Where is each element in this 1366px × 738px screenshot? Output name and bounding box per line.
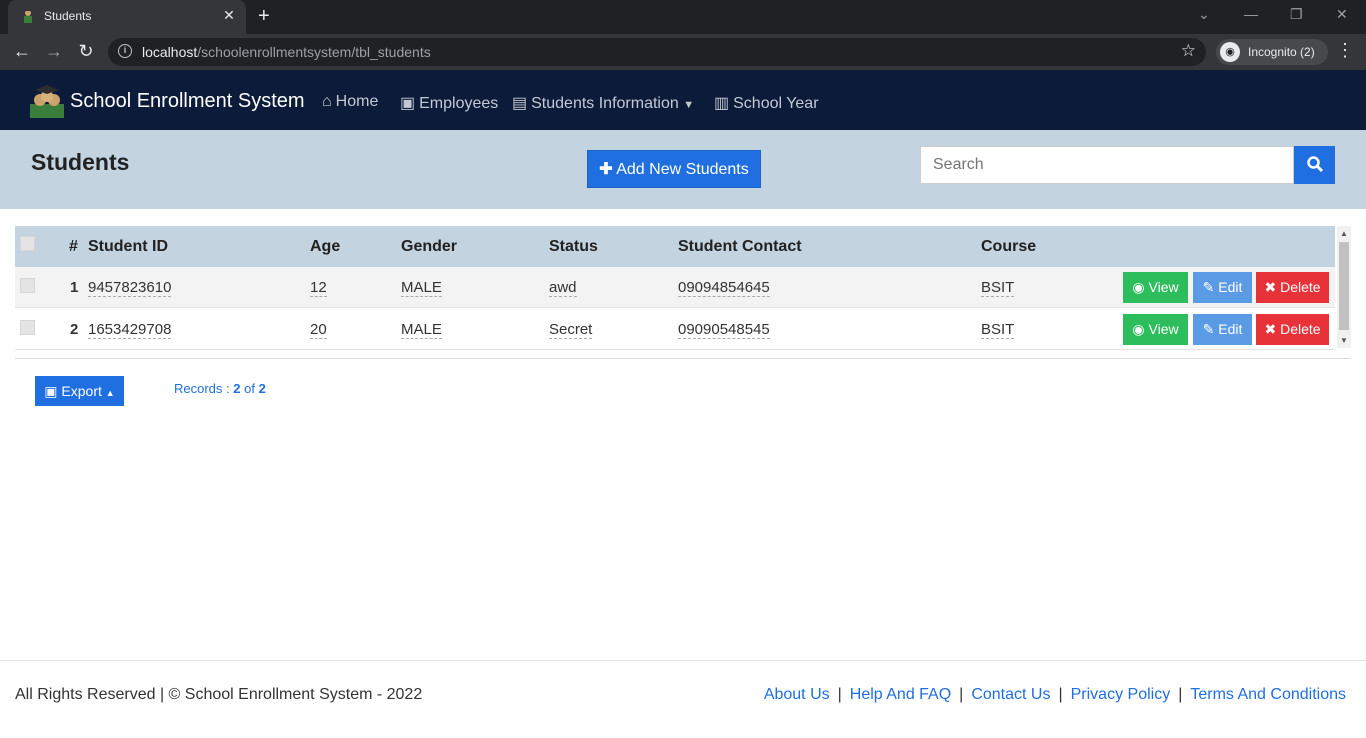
tab-title: Students <box>44 9 92 23</box>
app-navbar: School Enrollment System ⌂ Home ▣ Employee… <box>0 70 1366 130</box>
eye-icon: ◉ <box>1132 279 1145 295</box>
nav-employees[interactable]: ▣ Employees <box>400 93 498 113</box>
page-title: Students <box>31 149 130 175</box>
footer-link-privacy-policy[interactable]: Privacy Policy <box>1071 686 1171 703</box>
url-text[interactable]: localhost/schoolenrollmentsystem/tbl_stu… <box>142 44 431 60</box>
cell-course[interactable]: BSIT <box>981 321 1015 339</box>
col-number: # <box>69 238 78 255</box>
cell-course[interactable]: BSIT <box>981 279 1015 297</box>
page-footer: All Rights Reserved | © School Enrollmen… <box>0 660 1366 738</box>
nav-school-year[interactable]: ▥ School Year <box>714 93 819 113</box>
cell-student-id[interactable]: 9457823610 <box>88 279 172 297</box>
forward-icon[interactable]: → <box>43 41 65 62</box>
new-tab-icon[interactable]: + <box>258 5 270 28</box>
caret-up-icon: ▲ <box>105 388 115 398</box>
edit-icon: ✎ <box>1202 321 1215 337</box>
table-row: 2 1653429708 20 MALE Secret 09090548545 … <box>15 309 1335 350</box>
col-gender[interactable]: Gender <box>401 238 457 256</box>
delete-x-icon: ✖ <box>1264 321 1277 337</box>
window-close-icon[interactable]: ✕ <box>1336 6 1348 23</box>
records-count: Records : 2 of 2 <box>174 381 266 396</box>
export-button[interactable]: ▣ Export ▲ <box>35 376 124 406</box>
row-number: 2 <box>70 321 79 338</box>
footer-link-contact-us[interactable]: Contact Us <box>971 686 1050 703</box>
nav-students-information[interactable]: ▤ Students Information ▼ <box>512 93 694 113</box>
incognito-badge[interactable]: ◉ Incognito (2) <box>1216 39 1328 65</box>
cell-gender[interactable]: MALE <box>401 279 442 297</box>
col-student-id[interactable]: Student ID <box>88 238 168 256</box>
address-bar[interactable]: i localhost/schoolenrollmentsystem/tbl_s… <box>108 38 1206 66</box>
search-button[interactable] <box>1294 146 1335 184</box>
view-button[interactable]: ◉ View <box>1123 314 1188 345</box>
tab-search-icon[interactable]: ⌄ <box>1198 6 1210 23</box>
browser-tab[interactable]: Students ✕ <box>8 0 246 34</box>
search-input[interactable] <box>920 146 1294 184</box>
table-row: 1 9457823610 12 MALE awd 09094854645 BSI… <box>15 267 1335 308</box>
row-number: 1 <box>70 279 79 296</box>
cell-status[interactable]: awd <box>549 279 577 297</box>
footer-link-terms[interactable]: Terms And Conditions <box>1190 686 1346 703</box>
footer-link-about-us[interactable]: About Us <box>764 686 830 703</box>
graduates-favicon-icon <box>24 9 32 23</box>
col-student-contact[interactable]: Student Contact <box>678 238 802 256</box>
plus-icon: ✚ <box>599 161 613 178</box>
scroll-down-icon[interactable]: ▼ <box>1340 336 1348 345</box>
add-new-students-button[interactable]: ✚ Add New Students <box>587 150 761 188</box>
restore-icon[interactable]: ❐ <box>1290 6 1303 23</box>
edit-button[interactable]: ✎ Edit <box>1193 314 1252 345</box>
browser-toolbar: ← → ↻ i localhost/schoolenrollmentsystem… <box>0 34 1366 70</box>
row-checkbox[interactable] <box>20 320 35 335</box>
delete-button[interactable]: ✖ Delete <box>1256 314 1329 345</box>
back-icon[interactable]: ← <box>11 41 33 62</box>
cell-age[interactable]: 20 <box>310 321 327 339</box>
col-status[interactable]: Status <box>549 238 598 256</box>
brand-title[interactable]: School Enrollment System <box>70 90 305 113</box>
bookmark-star-icon[interactable]: ☆ <box>1181 41 1196 61</box>
nav-home[interactable]: ⌂ Home <box>322 93 378 111</box>
page-header: Students ✚ Add New Students <box>0 130 1366 209</box>
view-button[interactable]: ◉ View <box>1123 272 1188 303</box>
col-course[interactable]: Course <box>981 238 1036 256</box>
row-checkbox[interactable] <box>20 278 35 293</box>
footer-link-help-faq[interactable]: Help And FAQ <box>850 686 951 703</box>
site-info-icon[interactable]: i <box>118 44 132 58</box>
footer-links: About Us | Help And FAQ | Contact Us | Privacy… <box>763 686 1346 703</box>
graduates-logo-icon[interactable] <box>30 84 64 118</box>
cell-contact[interactable]: 09090548545 <box>678 321 770 339</box>
book-icon: ▤ <box>512 95 528 112</box>
browser-menu-icon[interactable]: ⋮ <box>1336 40 1354 61</box>
scroll-up-icon[interactable]: ▲ <box>1340 229 1348 238</box>
copyright-text: All Rights Reserved | © School Enrollmen… <box>15 686 423 703</box>
incognito-label: Incognito (2) <box>1248 45 1315 59</box>
minimize-icon[interactable]: — <box>1244 6 1258 22</box>
scrollbar-thumb[interactable] <box>1339 242 1349 330</box>
table-scrollbar[interactable]: ▲ ▼ <box>1337 226 1351 348</box>
cell-contact[interactable]: 09094854645 <box>678 279 770 297</box>
briefcase-icon: ▣ <box>400 95 416 112</box>
save-icon: ▣ <box>44 383 58 399</box>
delete-button[interactable]: ✖ Delete <box>1256 272 1329 303</box>
cell-gender[interactable]: MALE <box>401 321 442 339</box>
browser-tabbar: Students ✕ + ⌄ — ❐ ✕ <box>0 0 1366 34</box>
delete-x-icon: ✖ <box>1264 279 1277 295</box>
cell-status[interactable]: Secret <box>549 321 593 339</box>
search-icon <box>1306 155 1323 172</box>
edit-button[interactable]: ✎ Edit <box>1193 272 1252 303</box>
tab-close-icon[interactable]: ✕ <box>220 7 238 24</box>
table-header: # Student ID Age Gender Status Student C… <box>15 226 1335 267</box>
eye-icon: ◉ <box>1132 321 1145 337</box>
cell-student-id[interactable]: 1653429708 <box>88 321 172 339</box>
building-icon: ▥ <box>714 95 730 112</box>
caret-down-icon: ▼ <box>683 99 695 111</box>
edit-icon: ✎ <box>1202 279 1215 295</box>
home-icon: ⌂ <box>322 93 332 110</box>
select-all-checkbox[interactable] <box>20 236 35 251</box>
reload-icon[interactable]: ↻ <box>75 41 97 62</box>
table-divider <box>15 358 1351 359</box>
incognito-icon: ◉ <box>1220 42 1240 62</box>
cell-age[interactable]: 12 <box>310 279 327 297</box>
col-age[interactable]: Age <box>310 238 340 256</box>
